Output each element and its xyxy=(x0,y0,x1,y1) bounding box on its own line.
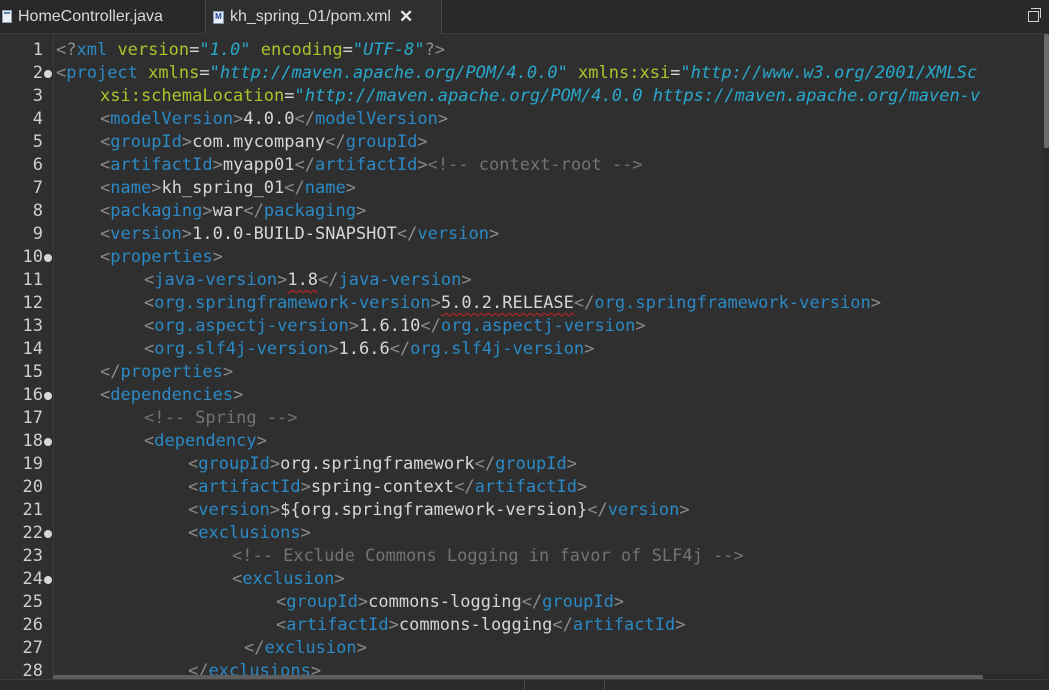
code-line-16: <dependencies> xyxy=(100,385,244,405)
code-line-14: <org.slf4j-version>1.6.6</org.slf4j-vers… xyxy=(144,339,595,359)
code-line-26: <artifactId>commons-logging</artifactId> xyxy=(276,615,686,635)
code-line-2: <project xmlns="http://maven.apache.org/… xyxy=(56,63,978,83)
line-number: 23 xyxy=(22,546,43,566)
line-number: 17 xyxy=(22,408,43,428)
line-number: 9 xyxy=(32,224,43,244)
line-number: 3 xyxy=(32,86,43,106)
line-number-gutter: 1 2 3 4 5 6 7 8 9 10 11 12 13 14 15 16 1… xyxy=(0,34,53,676)
fold-toggle-icon[interactable] xyxy=(44,70,52,78)
divider xyxy=(604,680,605,690)
line-number: 1 xyxy=(32,40,43,60)
code-line-8: <packaging>war</packaging> xyxy=(100,201,367,221)
code-line-23: <!-- Exclude Commons Logging in favor of… xyxy=(232,546,744,566)
code-line-10: <properties> xyxy=(100,247,223,267)
code-line-19: <groupId>org.springframework</groupId> xyxy=(188,454,578,474)
code-line-12: <org.springframework-version>5.0.2.RELEA… xyxy=(144,293,881,313)
code-line-18: <dependency> xyxy=(144,431,267,451)
tab-label: kh_spring_01/pom.xml xyxy=(230,8,391,25)
restore-icon xyxy=(1027,7,1041,22)
fold-toggle-icon[interactable] xyxy=(44,254,52,262)
line-number: 27 xyxy=(22,638,43,658)
vertical-scrollbar[interactable] xyxy=(1044,34,1049,676)
code-line-1: <?xml version="1.0" encoding="UTF-8"?> xyxy=(56,40,446,60)
line-number: 13 xyxy=(22,316,43,336)
line-number: 7 xyxy=(32,178,43,198)
line-number: 20 xyxy=(22,477,43,497)
line-number: 28 xyxy=(22,661,43,676)
editor-bottom-bar xyxy=(0,679,1049,690)
code-line-22: <exclusions> xyxy=(188,523,311,543)
line-number: 21 xyxy=(22,500,43,520)
line-number: 2 xyxy=(32,63,43,83)
fold-toggle-icon[interactable] xyxy=(44,392,52,400)
code-line-7: <name>kh_spring_01</name> xyxy=(100,178,356,198)
line-number: 18 xyxy=(22,431,43,451)
line-number: 10 xyxy=(22,247,43,267)
line-number: 22 xyxy=(22,523,43,543)
code-line-9: <version>1.0.0-BUILD-SNAPSHOT</version> xyxy=(100,224,500,244)
line-number: 12 xyxy=(22,293,43,313)
code-line-11: <java-version>1.8</java-version> xyxy=(144,270,472,290)
code-line-17: <!-- Spring --> xyxy=(144,408,298,428)
tab-pom-xml[interactable]: M kh_spring_01/pom.xml ✕ xyxy=(205,0,442,34)
line-number: 5 xyxy=(32,132,43,152)
code-line-25: <groupId>commons-logging</groupId> xyxy=(276,592,625,612)
fold-toggle-icon[interactable] xyxy=(44,438,52,446)
spelling-error-value: 5.0.2.RELEASE xyxy=(440,293,574,313)
code-line-6: <artifactId>myapp01</artifactId><!-- con… xyxy=(100,155,643,175)
line-number: 4 xyxy=(32,109,43,129)
editor-tab-bar: HomeController.java M kh_spring_01/pom.x… xyxy=(0,0,1049,34)
java-file-icon xyxy=(2,10,12,23)
line-number: 6 xyxy=(32,155,43,175)
divider xyxy=(524,680,525,690)
line-number: 26 xyxy=(22,615,43,635)
code-line-3: xsi:schemaLocation="http://maven.apache.… xyxy=(100,86,981,106)
code-line-15: </properties> xyxy=(100,362,234,382)
code-line-13: <org.aspectj-version>1.6.10</org.aspectj… xyxy=(144,316,646,336)
tab-home-controller[interactable]: HomeController.java xyxy=(0,0,204,33)
restore-window-button[interactable] xyxy=(1017,2,1049,30)
code-line-5: <groupId>com.mycompany</groupId> xyxy=(100,132,428,152)
spelling-error-value: 1.8 xyxy=(287,270,319,290)
line-number: 11 xyxy=(22,270,43,290)
close-icon[interactable]: ✕ xyxy=(399,7,413,27)
code-line-28: </exclusions> xyxy=(188,661,322,676)
eclipse-editor-window: HomeController.java M kh_spring_01/pom.x… xyxy=(0,0,1049,690)
line-number: 15 xyxy=(22,362,43,382)
code-line-21: <version>${org.springframework-version}<… xyxy=(188,500,690,520)
code-line-4: <modelVersion>4.0.0</modelVersion> xyxy=(100,109,449,129)
line-number: 19 xyxy=(22,454,43,474)
maven-pom-icon: M xyxy=(213,10,224,24)
code-text-area[interactable]: <?xml version="1.0" encoding="UTF-8"?> <… xyxy=(53,34,1049,676)
line-number: 25 xyxy=(22,592,43,612)
code-line-20: <artifactId>spring-context</artifactId> xyxy=(188,477,588,497)
tab-label: HomeController.java xyxy=(18,7,163,25)
fold-toggle-icon[interactable] xyxy=(44,576,52,584)
code-line-24: <exclusion> xyxy=(232,569,345,589)
vertical-scroll-thumb[interactable] xyxy=(1044,34,1049,148)
line-number: 8 xyxy=(32,201,43,221)
xml-source-editor[interactable]: 1 2 3 4 5 6 7 8 9 10 11 12 13 14 15 16 1… xyxy=(0,34,1049,676)
line-number: 16 xyxy=(22,385,43,405)
line-number: 14 xyxy=(22,339,43,359)
fold-toggle-icon[interactable] xyxy=(44,530,52,538)
line-number: 24 xyxy=(22,569,43,589)
code-line-27: </exclusion> xyxy=(244,638,367,658)
